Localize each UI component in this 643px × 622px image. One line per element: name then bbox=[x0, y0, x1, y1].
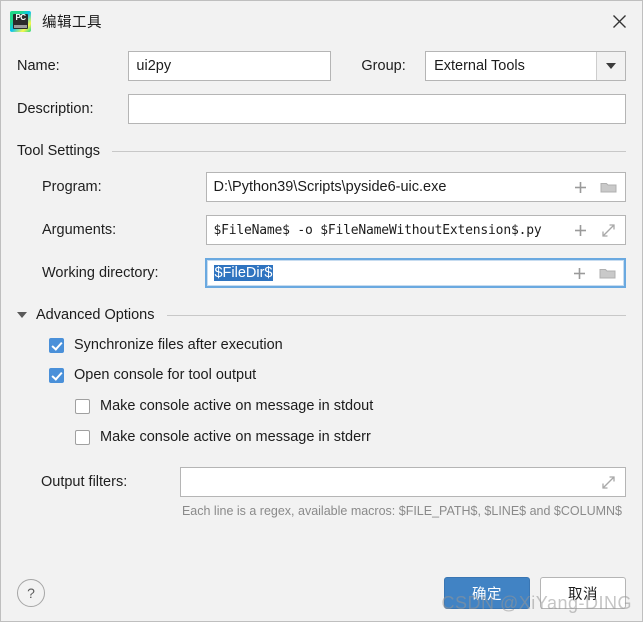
cancel-button[interactable]: 取消 bbox=[540, 577, 626, 609]
close-button[interactable] bbox=[596, 1, 642, 41]
arguments-label: Arguments: bbox=[42, 222, 206, 238]
group-dropdown-value: External Tools bbox=[426, 58, 596, 74]
edit-tool-dialog: PC 编辑工具 Name: Group: External Tools bbox=[0, 0, 643, 622]
console-active-stdout-label: Make console active on message in stdout bbox=[100, 398, 373, 414]
name-group-row: Name: Group: External Tools bbox=[17, 51, 626, 81]
arguments-row: Arguments: $FileName$ -o $FileNameWithou… bbox=[17, 215, 626, 245]
dialog-titlebar: PC 编辑工具 bbox=[1, 1, 642, 41]
insert-macro-icon[interactable] bbox=[572, 179, 589, 196]
chevron-down-icon bbox=[606, 63, 616, 69]
arguments-field-buttons bbox=[572, 222, 625, 239]
description-row: Description: bbox=[17, 94, 626, 124]
expand-editor-icon[interactable] bbox=[600, 474, 617, 491]
working-directory-value-wrap: $FileDir$ bbox=[207, 265, 571, 281]
tool-settings-header: Tool Settings bbox=[17, 143, 626, 159]
description-label: Description: bbox=[17, 101, 128, 117]
output-filters-hint: Each line is a regex, available macros: … bbox=[17, 504, 626, 518]
close-icon bbox=[612, 14, 627, 29]
name-input[interactable] bbox=[128, 51, 331, 81]
expand-editor-icon[interactable] bbox=[600, 222, 617, 239]
synchronize-files-label: Synchronize files after execution bbox=[74, 337, 283, 353]
tool-settings-label: Tool Settings bbox=[17, 143, 100, 159]
pycharm-icon: PC bbox=[10, 11, 31, 32]
dialog-footer: ? 确定 取消 bbox=[1, 565, 642, 621]
triangle-down-icon[interactable] bbox=[17, 312, 27, 318]
synchronize-files-checkbox[interactable] bbox=[49, 338, 64, 353]
help-button[interactable]: ? bbox=[17, 579, 45, 607]
program-field-buttons bbox=[572, 179, 625, 196]
name-label: Name: bbox=[17, 58, 128, 74]
output-filters-row: Output filters: bbox=[17, 467, 626, 497]
output-filters-field[interactable] bbox=[180, 467, 626, 497]
dialog-title: 编辑工具 bbox=[42, 11, 102, 32]
working-directory-field[interactable]: $FileDir$ bbox=[205, 258, 626, 288]
console-active-stderr-label: Make console active on message in stderr bbox=[100, 429, 371, 445]
arguments-value: $FileName$ -o $FileNameWithoutExtension$… bbox=[207, 223, 573, 238]
working-directory-value: $FileDir$ bbox=[214, 265, 272, 281]
checkbox-row-stderr[interactable]: Make console active on message in stderr bbox=[17, 429, 626, 445]
program-label: Program: bbox=[42, 179, 206, 195]
browse-folder-icon[interactable] bbox=[600, 179, 617, 196]
insert-macro-icon[interactable] bbox=[572, 222, 589, 239]
open-console-checkbox[interactable] bbox=[49, 368, 64, 383]
checkbox-row-stdout[interactable]: Make console active on message in stdout bbox=[17, 398, 626, 414]
advanced-options-label: Advanced Options bbox=[36, 307, 155, 323]
open-console-label: Open console for tool output bbox=[74, 367, 256, 383]
console-active-stderr-checkbox[interactable] bbox=[75, 430, 90, 445]
arguments-field[interactable]: $FileName$ -o $FileNameWithoutExtension$… bbox=[206, 215, 627, 245]
description-input[interactable] bbox=[128, 94, 626, 124]
group-dropdown[interactable]: External Tools bbox=[425, 51, 626, 81]
checkbox-row-synchronize[interactable]: Synchronize files after execution bbox=[17, 337, 626, 353]
checkbox-row-open-console[interactable]: Open console for tool output bbox=[17, 367, 626, 383]
advanced-options-divider bbox=[167, 315, 627, 316]
advanced-options-header[interactable]: Advanced Options bbox=[17, 307, 626, 323]
group-dropdown-arrow[interactable] bbox=[596, 52, 625, 80]
ok-button[interactable]: 确定 bbox=[444, 577, 530, 609]
browse-folder-icon[interactable] bbox=[599, 265, 616, 282]
tool-settings-divider bbox=[112, 151, 626, 152]
program-field[interactable]: D:\Python39\Scripts\pyside6-uic.exe bbox=[206, 172, 627, 202]
working-directory-row: Working directory: $FileDir$ bbox=[17, 258, 626, 288]
program-value: D:\Python39\Scripts\pyside6-uic.exe bbox=[207, 179, 573, 195]
output-filters-field-buttons bbox=[600, 474, 625, 491]
working-directory-field-buttons bbox=[571, 265, 624, 282]
program-row: Program: D:\Python39\Scripts\pyside6-uic… bbox=[17, 172, 626, 202]
working-directory-label: Working directory: bbox=[42, 265, 205, 281]
group-label: Group: bbox=[361, 58, 425, 74]
insert-macro-icon[interactable] bbox=[571, 265, 588, 282]
console-active-stdout-checkbox[interactable] bbox=[75, 399, 90, 414]
dialog-content: Name: Group: External Tools Description:… bbox=[1, 41, 642, 565]
output-filters-label: Output filters: bbox=[41, 474, 180, 490]
